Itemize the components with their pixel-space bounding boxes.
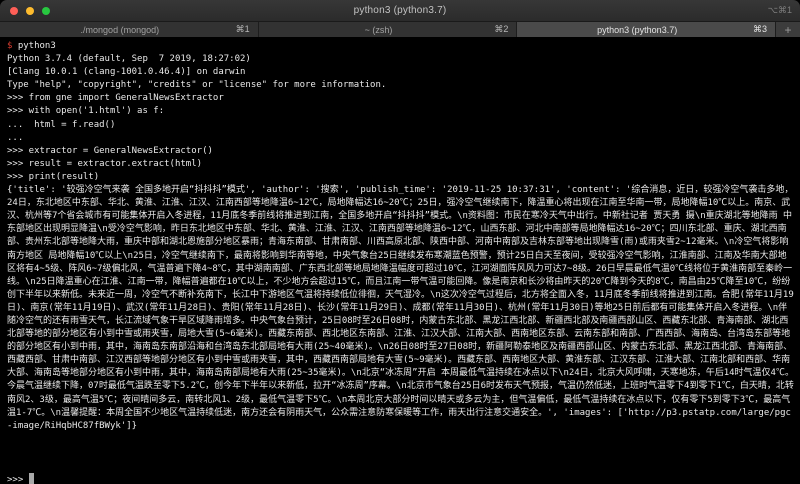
tab-shortcut: ⌘3 xyxy=(753,24,768,34)
terminal-cursor xyxy=(28,473,35,484)
shell-command: python3 xyxy=(12,41,56,51)
terminal-line: [Clang 10.0.1 (clang-1001.0.46.4)] on da… xyxy=(7,67,246,78)
terminal-line: >>> result = extractor.extract(html) xyxy=(7,158,203,169)
terminal-line: ... xyxy=(7,132,24,143)
new-tab-button[interactable]: + xyxy=(776,22,800,37)
window-title: python3 (python3.7) xyxy=(353,5,447,16)
repl-prompt: >>> xyxy=(7,475,29,484)
tab-label: python3 (python3.7) xyxy=(597,24,678,35)
terminal-screen[interactable]: $ python3 Python 3.7.4 (default, Sep 7 2… xyxy=(0,38,800,484)
fullscreen-button[interactable] xyxy=(42,6,50,15)
tab-label: ./mongod (mongod) xyxy=(80,24,160,35)
titlebar: python3 (python3.7) ⌥⌘1 xyxy=(0,0,800,22)
tab-bar: ./mongod (mongod) ⌘1 ~ (zsh) ⌘2 python3 … xyxy=(0,22,800,38)
terminal-output-text: {'title': '较强冷空气来袭 全国多地开启“抖抖抖”模式', 'auth… xyxy=(7,185,794,431)
terminal-line: Python 3.7.4 (default, Sep 7 2019, 18:27… xyxy=(7,54,251,65)
shell-command-line: $ python3 xyxy=(7,40,794,53)
tab-shortcut: ⌘1 xyxy=(235,24,250,34)
terminal-line: >>> with open('1.html') as f: xyxy=(7,106,165,117)
tab-label: ~ (zsh) xyxy=(364,24,393,35)
window-shortcut-hint: ⌥⌘1 xyxy=(767,5,792,15)
terminal-line: >>> from gne import GeneralNewsExtractor xyxy=(7,93,224,104)
minimize-button[interactable] xyxy=(26,6,34,15)
terminal-line: >>> extractor = GeneralNewsExtractor() xyxy=(7,145,213,156)
tab-zsh[interactable]: ~ (zsh) ⌘2 xyxy=(258,22,518,37)
traffic-lights xyxy=(10,0,50,21)
terminal-prompt-line: >>> xyxy=(7,473,794,484)
terminal-window: python3 (python3.7) ⌥⌘1 ./mongod (mongod… xyxy=(0,0,800,484)
terminal-line: ... html = f.read() xyxy=(7,119,116,130)
tab-python3[interactable]: python3 (python3.7) ⌘3 xyxy=(517,22,777,37)
terminal-line: >>> print(result) xyxy=(7,171,100,182)
tab-shortcut: ⌘2 xyxy=(494,24,509,34)
tab-mongod[interactable]: ./mongod (mongod) ⌘1 xyxy=(0,22,259,37)
terminal-line: Type "help", "copyright", "credits" or "… xyxy=(7,80,387,91)
close-button[interactable] xyxy=(10,6,18,15)
